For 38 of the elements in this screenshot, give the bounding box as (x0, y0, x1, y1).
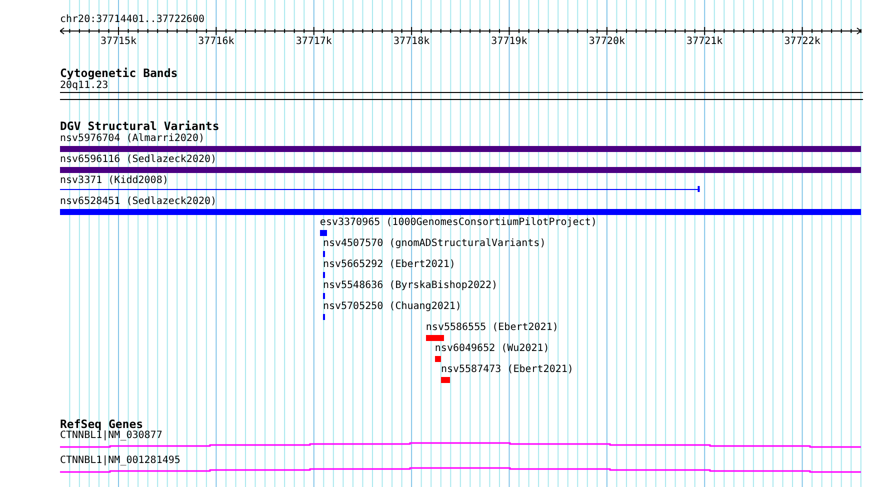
scale-tick-label: 37715k (100, 36, 137, 48)
variant-label: nsv5586555 (Ebert2021) (426, 322, 558, 334)
variant-bar[interactable] (426, 335, 444, 341)
variant-label: nsv5548636 (ByrskaBishop2022) (322, 280, 498, 292)
gene-label: CTNNBL1|NM_030877 (60, 430, 162, 442)
track-title: DGV Structural Variants (60, 120, 220, 132)
variant-bar[interactable] (434, 356, 441, 362)
gene-label: CTNNBL1|NM_001281495 (60, 455, 180, 467)
gene-model[interactable] (60, 442, 861, 449)
variant-label: nsv4507570 (gnomADStructuralVariants) (322, 238, 546, 250)
variant-bar[interactable] (60, 186, 700, 192)
variant-bar[interactable] (322, 272, 325, 278)
scale-tick-label: 37722k (784, 36, 820, 48)
track-title: Cytogenetic Bands (60, 67, 178, 79)
scale-tick-label: 37720k (588, 36, 625, 48)
variant-label: nsv6528451 (Sedlazeck2020) (60, 196, 217, 208)
variant-label: nsv6596116 (Sedlazeck2020) (60, 154, 217, 166)
variant-label: nsv5976704 (Almarri2020) (60, 133, 204, 145)
variant-label: nsv5587473 (Ebert2021) (440, 364, 574, 376)
scale-tick-label: 37718k (393, 36, 430, 48)
scale-tick-label: 37719k (491, 36, 528, 48)
variant-label: nsv5705250 (Chuang2021) (322, 301, 462, 313)
band-label: 20q11.23 (60, 80, 108, 92)
variant-bar[interactable] (320, 230, 327, 236)
scale-tick-label: 37717k (296, 36, 332, 48)
cytoband-ideogram[interactable] (60, 92, 863, 100)
variant-label: esv3370965 (1000GenomesConsortiumPilotProject) (320, 217, 597, 229)
scale-tick-label: 37716k (198, 36, 234, 48)
variant-label: nsv3371 (Kidd2008) (60, 175, 168, 187)
gene-model[interactable] (60, 467, 861, 474)
variant-bar[interactable] (322, 251, 325, 257)
variant-bar[interactable] (322, 314, 325, 320)
region-label: chr20:37714401..37722600 (60, 14, 204, 26)
variant-label: nsv6049652 (Wu2021) (434, 343, 550, 355)
variant-bar[interactable] (322, 293, 325, 299)
track-title: RefSeq Genes (60, 418, 144, 430)
scale-tick-label: 37721k (686, 36, 723, 48)
variant-label: nsv5665292 (Ebert2021) (322, 259, 456, 271)
